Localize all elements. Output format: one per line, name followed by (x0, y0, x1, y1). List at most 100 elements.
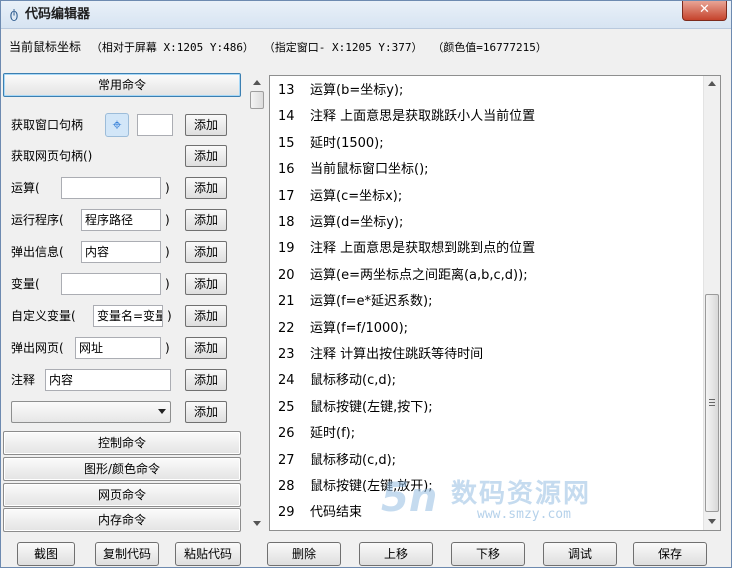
command-dropdown[interactable] (11, 401, 171, 423)
scroll-down-button[interactable] (704, 513, 720, 530)
code-line[interactable]: 14 注释 上面意思是获取跳跃小人当前位置 (270, 104, 700, 130)
line-number: 21 (278, 294, 295, 310)
line-code: 运算(b=坐标y); (310, 83, 404, 98)
add-button[interactable]: 添加 (185, 241, 227, 263)
code-line[interactable]: 13 运算(b=坐标y); (270, 78, 700, 104)
cmd-label: 自定义变量( (11, 309, 76, 323)
close-paren: ) (167, 309, 172, 323)
line-code: 注释 计算出按住跳跃等待时间 (310, 347, 484, 362)
cmd-label: 运算( (11, 181, 40, 195)
cmd-custom-variable: 自定义变量( 变量名=变量 ) 添加 (11, 304, 237, 328)
paste-code-button[interactable]: 粘贴代码 (175, 542, 241, 566)
code-line[interactable]: 17 运算(c=坐标x); (270, 184, 700, 210)
line-number: 27 (278, 452, 295, 468)
chevron-up-icon (708, 81, 716, 86)
cmd-label: 获取网页句柄() (11, 149, 93, 163)
cmd-label: 注释 (11, 373, 36, 387)
close-paren: ) (165, 277, 170, 291)
line-number: 28 (278, 479, 295, 494)
code-line[interactable]: 25 鼠标按键(左键,按下); (270, 395, 700, 421)
add-button[interactable]: 添加 (185, 114, 227, 136)
add-button[interactable]: 添加 (185, 177, 227, 199)
variable-input[interactable] (61, 273, 161, 295)
delete-button[interactable]: 删除 (267, 542, 341, 566)
group-graphics-color-commands[interactable]: 图形/颜色命令 (3, 457, 241, 481)
cmd-label: 运行程序( (11, 213, 64, 227)
line-number: 17 (278, 188, 295, 204)
line-number: 15 (278, 135, 295, 151)
screenshot-button[interactable]: 截图 (17, 542, 75, 566)
copy-code-button[interactable]: 复制代码 (95, 542, 159, 566)
line-number: 29 (278, 505, 295, 521)
cmd-get-web-handle: 获取网页句柄() 添加 (11, 144, 237, 168)
app-icon: ტ (9, 7, 19, 22)
add-button[interactable]: 添加 (185, 369, 227, 391)
line-number: 19 (278, 241, 295, 257)
line-code: 代码结束 (310, 505, 363, 521)
url-input[interactable]: 网址 (75, 337, 161, 359)
popup-content-input[interactable]: 内容 (81, 241, 161, 263)
debug-button[interactable]: 调试 (543, 542, 617, 566)
calc-input[interactable] (61, 177, 161, 199)
line-code: 延时(f); (310, 426, 356, 442)
code-line[interactable]: 21 运算(f=e*延迟系数); (270, 289, 700, 315)
close-paren: ) (165, 341, 170, 355)
window-title: 代码编辑器 (25, 7, 91, 22)
code-line[interactable]: 27 鼠标移动(c,d); (270, 448, 700, 474)
crosshair-icon[interactable]: ⌖ (105, 113, 129, 137)
scroll-up-button[interactable] (249, 75, 265, 91)
code-editor-window: ტ 代码编辑器 ✕ 当前鼠标坐标 （相对于屏幕 X:1205 Y:486） （指… (0, 0, 732, 568)
custom-variable-input[interactable]: 变量名=变量 (93, 305, 163, 327)
close-paren: ) (165, 181, 170, 195)
add-button[interactable]: 添加 (185, 273, 227, 295)
scroll-up-button[interactable] (704, 76, 720, 93)
editor-scrollbar[interactable] (703, 76, 720, 530)
move-up-button[interactable]: 上移 (359, 542, 433, 566)
comment-input[interactable]: 内容 (45, 369, 171, 391)
code-line[interactable]: 18 运算(d=坐标y); (270, 210, 700, 236)
code-line[interactable]: 16 当前鼠标窗口坐标(); (270, 157, 700, 183)
scroll-thumb[interactable] (705, 294, 719, 512)
coord-label: 当前鼠标坐标 (9, 40, 82, 54)
code-line[interactable]: 20 运算(e=两坐标点之间距离(a,b,c,d)); (270, 263, 700, 289)
add-button[interactable]: 添加 (185, 401, 227, 423)
code-line[interactable]: 19 注释 上面意思是获取想到跳到点的位置 (270, 236, 700, 262)
code-editor[interactable]: 13 运算(b=坐标y); 14 注释 上面意思是获取跳跃小人当前位置 15 延时(150… (269, 75, 721, 531)
code-line[interactable]: 22 运算(f=f/1000); (270, 316, 700, 342)
cmd-dropdown-row: 添加 (11, 400, 237, 424)
line-number: 18 (278, 215, 295, 230)
line-code: 运算(d=坐标y); (310, 215, 404, 230)
group-memory-commands[interactable]: 内存命令 (3, 508, 241, 532)
screen-coord: （相对于屏幕 X:1205 Y:486） (90, 41, 254, 54)
command-panel-scrollbar[interactable] (249, 75, 265, 531)
code-line[interactable]: 15 延时(1500); (270, 131, 700, 157)
line-code: 鼠标按键(左键,按下); (310, 399, 433, 415)
group-common-commands[interactable]: 常用命令 (3, 73, 241, 97)
line-number: 16 (278, 162, 295, 178)
group-control-commands[interactable]: 控制命令 (3, 431, 241, 455)
code-line[interactable]: 26 延时(f); (270, 421, 700, 447)
scroll-down-button[interactable] (249, 515, 265, 531)
code-line[interactable]: 28 鼠标按键(左键,放开); (270, 474, 700, 500)
line-number: 14 (278, 109, 295, 125)
move-down-button[interactable]: 下移 (451, 542, 525, 566)
add-button[interactable]: 添加 (185, 305, 227, 327)
window-handle-input[interactable] (137, 114, 173, 136)
code-line[interactable]: 23 注释 计算出按住跳跃等待时间 (270, 342, 700, 368)
line-number: 22 (278, 320, 295, 336)
line-code: 运算(f=e*延迟系数); (310, 294, 433, 310)
scroll-thumb[interactable] (250, 91, 264, 109)
cmd-label: 变量( (11, 277, 40, 291)
code-line[interactable]: 29 代码结束 (270, 500, 700, 526)
save-button[interactable]: 保存 (633, 542, 707, 566)
close-paren: ) (165, 245, 170, 259)
line-code: 鼠标移动(c,d); (310, 373, 397, 389)
cmd-get-window-handle: 获取窗口句柄 ⌖ 添加 (11, 113, 237, 137)
add-button[interactable]: 添加 (185, 209, 227, 231)
program-path-input[interactable]: 程序路径 (81, 209, 161, 231)
add-button[interactable]: 添加 (185, 337, 227, 359)
group-web-commands[interactable]: 网页命令 (3, 483, 241, 507)
add-button[interactable]: 添加 (185, 145, 227, 167)
close-button[interactable]: ✕ (682, 1, 727, 21)
code-line[interactable]: 24 鼠标移动(c,d); (270, 368, 700, 394)
